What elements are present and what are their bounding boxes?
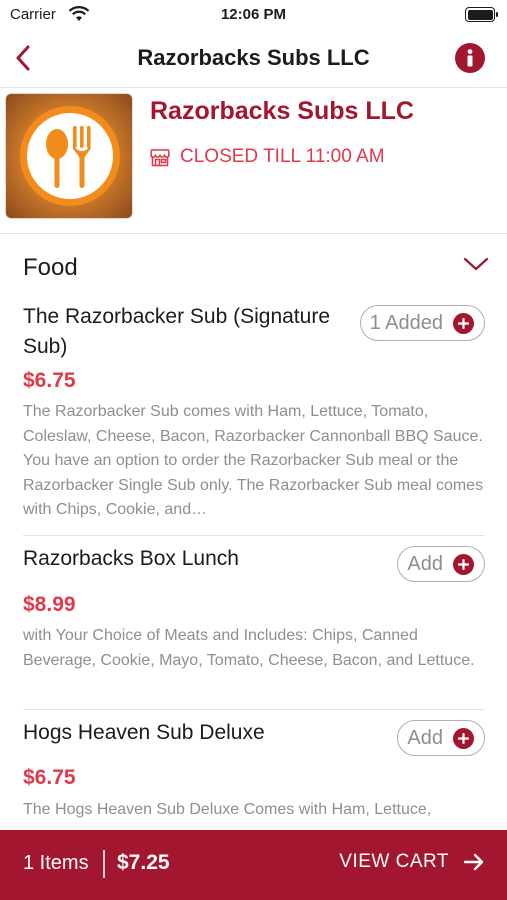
restaurant-status: CLOSED TILL 11:00 AM (150, 146, 385, 168)
battery-icon (465, 7, 498, 22)
menu-item[interactable]: Hogs Heaven Sub Deluxe Add $6.75 The Hog… (23, 718, 485, 830)
add-to-cart-button[interactable]: Add (397, 720, 485, 756)
category-title: Food (23, 254, 78, 281)
menu-item[interactable]: The Razorbacker Sub (Signature Sub) 1 Ad… (23, 302, 485, 536)
cart-total: $7.25 (117, 851, 170, 874)
item-price: $6.75 (23, 766, 76, 789)
add-to-cart-button[interactable]: 1 Added (359, 305, 485, 341)
cart-item-count: 1 Items (23, 852, 89, 874)
clock: 12:06 PM (220, 6, 287, 23)
page-title: Razorbacks Subs LLC (137, 45, 370, 70)
menu-list[interactable]: Food The Razorbacker Sub (Signature Sub)… (0, 234, 507, 830)
restaurant-logo (5, 93, 133, 219)
item-description: The Hogs Heaven Sub Deluxe Comes with Ha… (23, 801, 432, 818)
status-bar: Carrier 12:06 PM (0, 0, 507, 30)
item-price: $8.99 (23, 593, 76, 616)
nav-bar: Razorbacks Subs LLC (0, 30, 507, 88)
item-description: The Razorbacker Sub comes with Ham, Lett… (23, 403, 484, 518)
info-icon (467, 49, 473, 67)
plus-icon (453, 553, 474, 575)
fork-spoon-icon (46, 126, 91, 188)
item-name: Hogs Heaven Sub Deluxe (23, 721, 265, 744)
item-description: with Your Choice of Meats and Includes: … (23, 627, 475, 669)
add-to-cart-button[interactable]: Add (397, 546, 485, 582)
add-button-label: 1 Added (369, 311, 443, 334)
info-button[interactable] (455, 43, 485, 73)
chevron-down-icon (463, 257, 489, 271)
item-name: Razorbacks Box Lunch (23, 547, 239, 570)
arrow-right-icon (463, 853, 484, 871)
item-price: $6.75 (23, 369, 76, 392)
cart-divider (103, 850, 105, 878)
cart-bar[interactable]: 1 Items $7.25 VIEW CART (0, 830, 507, 900)
category-header-food[interactable]: Food (0, 234, 507, 296)
plus-icon (453, 312, 474, 334)
store-icon (150, 148, 170, 166)
view-cart-label: VIEW CART (339, 851, 449, 872)
closed-status-text: CLOSED TILL 11:00 AM (180, 146, 385, 167)
view-cart-button[interactable]: VIEW CART (339, 851, 485, 873)
add-button-label: Add (407, 726, 443, 749)
restaurant-header: Razorbacks Subs LLC CLOSED TILL 11:00 AM (0, 88, 507, 234)
menu-item[interactable]: Razorbacks Box Lunch Add $8.99 with Your… (23, 544, 485, 710)
restaurant-name: Razorbacks Subs LLC (150, 97, 414, 125)
plus-icon (453, 727, 474, 749)
item-name: The Razorbacker Sub (Signature Sub) (23, 305, 330, 358)
add-button-label: Add (407, 552, 443, 575)
